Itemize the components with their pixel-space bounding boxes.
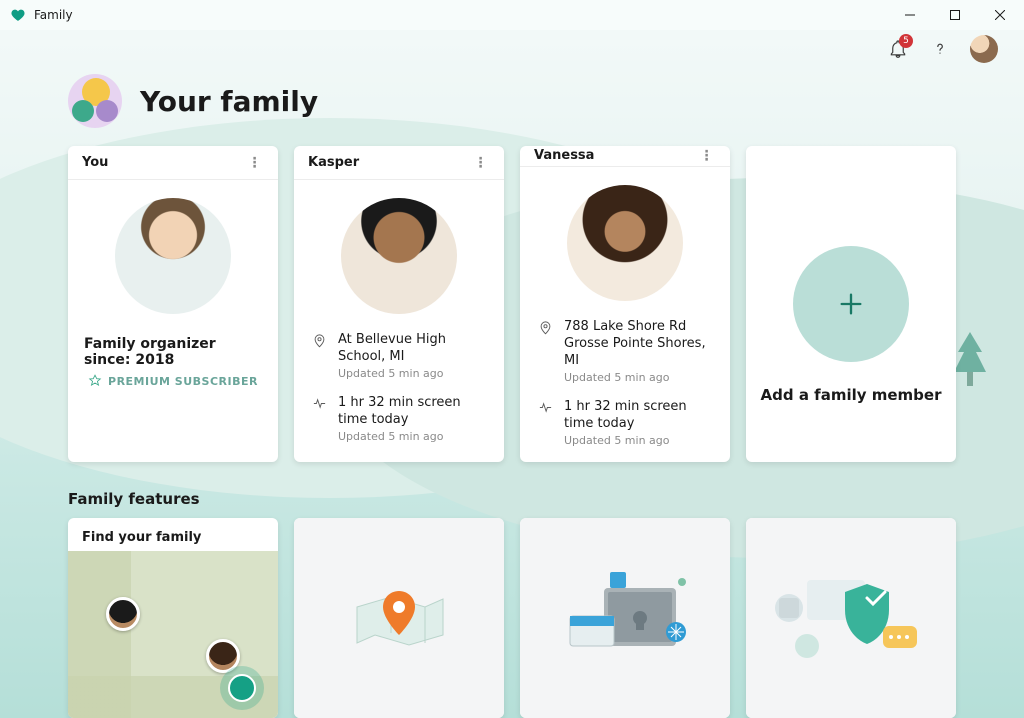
premium-badge: PREMIUM SUBSCRIBER [88,374,258,388]
feature-illustration [746,518,956,718]
premium-icon [88,374,102,388]
feature-find-family[interactable]: Find your family [68,518,278,718]
notification-badge: 5 [899,34,913,48]
member-avatar [115,198,231,314]
window-minimize-button[interactable] [887,0,932,30]
feature-location[interactable] [294,518,504,718]
location-icon [536,319,554,385]
map-preview [68,551,278,718]
member-location: At Bellevue High School, MI Updated 5 mi… [338,332,488,381]
member-menu-button[interactable]: ⋮ [246,155,264,171]
window-titlebar: Family [0,0,1024,30]
page-title: Your family [140,85,318,118]
member-screen-time: 1 hr 32 min screen time today Updated 5 … [338,395,488,444]
member-location: 788 Lake Shore Rd Grosse Pointe Shores, … [564,319,714,385]
feature-title: Find your family [68,518,278,551]
family-logo-icon [68,74,122,128]
window-close-button[interactable] [977,0,1022,30]
help-button[interactable] [928,37,952,61]
member-card-vanessa[interactable]: Vanessa ⋮ 788 Lake Shore Rd Grosse Point… [520,146,730,462]
map-avatar-you [228,674,256,702]
member-name: You [82,155,108,170]
add-member-icon [793,246,909,362]
member-role: Family organizer since: 2018 [84,336,262,368]
member-avatar [567,185,683,301]
features-section-title: Family features [0,462,1024,518]
app-title: Family [34,8,73,22]
feature-content[interactable] [746,518,956,718]
feature-safety[interactable] [520,518,730,718]
member-card-kasper[interactable]: Kasper ⋮ At Bellevue High School, MI Upd… [294,146,504,462]
app-icon [10,7,26,23]
member-name: Vanessa [534,148,594,163]
activity-icon [310,395,328,444]
add-member-card[interactable]: Add a family member [746,146,956,462]
member-screen-time: 1 hr 32 min screen time today Updated 5 … [564,399,714,448]
map-avatar-kasper [106,597,140,631]
member-card-you[interactable]: You ⋮ Family organizer since: 2018 PREMI… [68,146,278,462]
window-maximize-button[interactable] [932,0,977,30]
feature-illustration [294,518,504,718]
member-menu-button[interactable]: ⋮ [472,155,490,171]
location-icon [310,332,328,381]
notifications-button[interactable]: 5 [886,37,910,61]
member-name: Kasper [308,155,359,170]
account-avatar[interactable] [970,35,998,63]
map-avatar-vanessa [206,639,240,673]
member-avatar [341,198,457,314]
member-menu-button[interactable]: ⋮ [698,148,716,164]
add-member-label: Add a family member [761,386,942,404]
feature-illustration [520,518,730,718]
activity-icon [536,399,554,448]
